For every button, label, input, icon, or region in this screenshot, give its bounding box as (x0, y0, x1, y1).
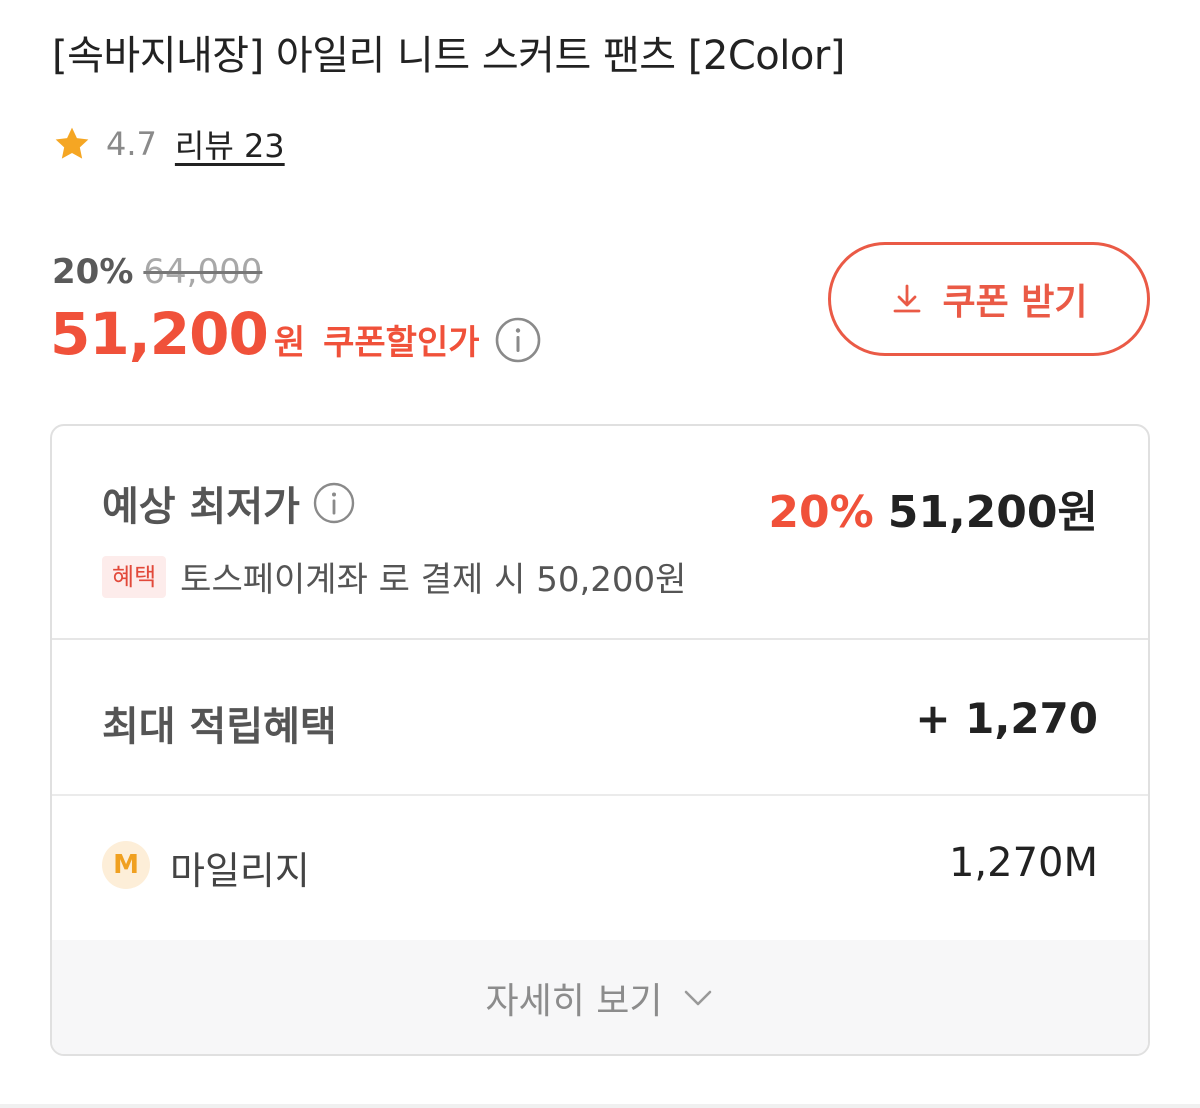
chevron-down-icon (684, 990, 711, 1006)
lowest-price-value: 51,200원 (887, 487, 1098, 538)
discount-row: 20% 64,000 (52, 248, 262, 296)
rating-row: 4.7 리뷰 23 (52, 120, 285, 168)
review-count-link[interactable]: 리뷰 23 (175, 121, 285, 167)
payment-benefit-row: 혜택 토스페이계좌 로 결제 시 50,200원 (102, 552, 686, 601)
coupon-download-button[interactable]: 쿠폰 받기 (828, 242, 1150, 356)
view-details-button[interactable]: 자세히 보기 (52, 940, 1148, 1054)
product-title: [속바지내장] 아일리 니트 스커트 팬츠 [2Color] (52, 33, 845, 79)
info-icon[interactable] (312, 481, 356, 525)
max-points-label: 최대 적립혜택 (102, 704, 337, 750)
sale-price-row: 51,200 원 쿠폰할인가 (50, 300, 542, 380)
lowest-price-label: 예상 최저가 (102, 484, 300, 530)
discount-percent: 20% (52, 252, 134, 292)
mileage-value: 1,270M (948, 840, 1098, 886)
payment-benefit-text: 토스페이계좌 로 결제 시 50,200원 (180, 560, 687, 600)
lowest-price-percent: 20% (768, 487, 874, 538)
max-points-section: 최대 적립혜택 + 1,270 (52, 640, 1148, 796)
download-icon (894, 284, 921, 313)
lowest-price-label-row: 예상 최저가 (102, 474, 356, 532)
section-divider (0, 1104, 1200, 1108)
benefit-box: 예상 최저가 20% 51,200원 혜택 토스페이계좌 로 결제 시 50,2… (50, 424, 1150, 1056)
coupon-price-label: 쿠폰할인가 (323, 323, 480, 363)
max-points-value: + 1,270 (915, 694, 1098, 743)
lowest-price-section: 예상 최저가 20% 51,200원 혜택 토스페이계좌 로 결제 시 50,2… (52, 426, 1148, 640)
mileage-label: 마일리지 (170, 849, 310, 893)
currency-unit: 원 (273, 323, 306, 363)
view-details-label: 자세히 보기 (485, 981, 663, 1022)
product-price-panel: [속바지내장] 아일리 니트 스커트 팬츠 [2Color] 4.7 리뷰 23… (0, 0, 1200, 1108)
original-price: 64,000 (143, 252, 263, 292)
benefit-badge: 혜택 (102, 555, 167, 598)
sale-price: 51,200 (50, 300, 269, 368)
mileage-badge-icon: M (102, 841, 150, 889)
info-icon[interactable] (494, 316, 542, 364)
rating-score: 4.7 (106, 125, 157, 163)
lowest-price-value-row: 20% 51,200원 (768, 476, 1098, 540)
mileage-section: M 마일리지 1,270M (52, 796, 1148, 940)
star-icon (55, 127, 89, 159)
coupon-button-label: 쿠폰 받기 (942, 282, 1088, 323)
